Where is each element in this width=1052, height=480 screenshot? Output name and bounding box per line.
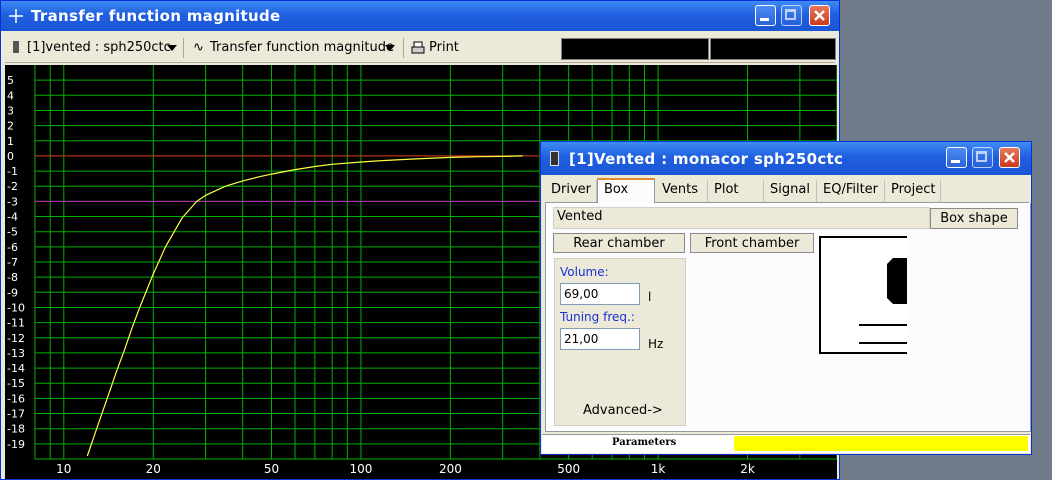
y-tick-label: 0: [7, 150, 14, 163]
y-tick-label: -5: [7, 226, 18, 239]
tab-signal[interactable]: Signal: [764, 180, 817, 202]
y-tick-label: -10: [7, 301, 25, 314]
status-label: Parameters: [612, 437, 677, 448]
y-tick-label: 1: [7, 135, 14, 148]
x-tick-label: 2k: [740, 462, 755, 476]
y-tick-label: -13: [7, 347, 25, 360]
x-tick-label: 50: [264, 462, 279, 476]
y-tick-label: -14: [7, 362, 25, 375]
crosshair-icon: [9, 9, 23, 23]
maximize-icon: [785, 9, 796, 20]
dialog-titlebar[interactable]: [1]Vented : monacor sph250ctc: [541, 142, 1031, 175]
tab-box[interactable]: Box: [597, 178, 655, 203]
main-titlebar[interactable]: Transfer function magnitude: [1, 1, 839, 31]
tuning-freq-unit: Hz: [648, 337, 664, 351]
y-tick-label: -12: [7, 332, 25, 345]
tab-eq-filter[interactable]: EQ/Filter: [817, 180, 885, 202]
readout-box-right: [710, 38, 836, 60]
close-button[interactable]: [809, 5, 830, 26]
y-tick-label: -18: [7, 423, 25, 436]
x-tick-label: 20: [146, 462, 161, 476]
main-toolbar: [1]vented : sph250ctc ∿ Transfer functio…: [5, 34, 836, 63]
dialog-title: [1]Vented : monacor sph250ctc: [569, 150, 844, 168]
close-button[interactable]: [999, 147, 1020, 168]
status-progress: [734, 436, 1028, 451]
y-tick-label: -16: [7, 392, 25, 405]
speaker-icon: [550, 151, 559, 166]
volume-input[interactable]: 69,00: [560, 283, 640, 305]
maximize-icon: [976, 151, 987, 162]
y-tick-label: 2: [7, 120, 14, 133]
tab-project[interactable]: Project: [885, 180, 941, 202]
status-bar: Parameters: [542, 434, 1030, 453]
minimize-icon: [760, 18, 769, 21]
maximize-button[interactable]: [972, 147, 993, 168]
volume-unit: l: [648, 290, 652, 304]
tab-driver[interactable]: Driver: [545, 180, 597, 202]
minimize-button[interactable]: [755, 5, 776, 26]
y-tick-label: 5: [7, 74, 14, 87]
front-chamber-button[interactable]: Front chamber: [690, 233, 814, 253]
y-tick-label: -9: [7, 286, 18, 299]
y-tick-label: -1: [7, 165, 18, 178]
box-type-field: Vented: [553, 207, 930, 229]
tab-plot[interactable]: Plot: [708, 180, 764, 202]
print-button[interactable]: Print: [429, 40, 459, 55]
wave-icon: ∿: [193, 40, 204, 55]
speaker-driver-icon: [859, 258, 907, 344]
maximize-button[interactable]: [781, 5, 802, 26]
y-tick-label: -2: [7, 180, 18, 193]
minimize-icon: [951, 160, 960, 163]
toolbar-separator: [403, 38, 404, 58]
minimize-button[interactable]: [946, 147, 967, 168]
y-tick-label: -6: [7, 241, 18, 254]
x-tick-label: 10: [56, 462, 71, 476]
speaker-icon: [13, 41, 19, 53]
advanced-link[interactable]: Advanced->: [583, 403, 663, 418]
main-window-title: Transfer function magnitude: [31, 7, 281, 25]
y-tick-label: -8: [7, 271, 18, 284]
x-tick-label: 200: [439, 462, 462, 476]
chevron-down-icon[interactable]: [167, 45, 177, 51]
tab-vents[interactable]: Vents: [656, 180, 708, 202]
y-tick-label: -11: [7, 317, 25, 330]
box-diagram: [819, 236, 907, 354]
plot-type-select[interactable]: Transfer function magnitude: [210, 40, 394, 55]
y-tick-label: 3: [7, 104, 14, 117]
y-tick-label: -17: [7, 408, 25, 421]
y-tick-label: -15: [7, 377, 25, 390]
readout-box-left: [561, 38, 709, 60]
box-panel: Vented Box shape Rear chamber Front cham…: [545, 203, 1031, 432]
chevron-down-icon[interactable]: [385, 45, 395, 51]
tuning-freq-input[interactable]: 21,00: [560, 328, 640, 350]
close-icon: [1004, 152, 1015, 163]
volume-label: Volume:: [560, 265, 609, 279]
printer-icon: [411, 41, 425, 54]
x-tick-label: 500: [557, 462, 580, 476]
close-icon: [814, 10, 825, 21]
chamber-group: Volume: 69,00 l Tuning freq.: 21,00 Hz A…: [554, 258, 686, 426]
project-select[interactable]: [1]vented : sph250ctc: [27, 40, 171, 55]
rear-chamber-button[interactable]: Rear chamber: [553, 233, 685, 253]
y-tick-label: -3: [7, 195, 18, 208]
y-tick-label: 4: [7, 89, 14, 102]
tuning-freq-label: Tuning freq.:: [560, 310, 635, 324]
y-tick-label: -7: [7, 256, 18, 269]
y-tick-label: -4: [7, 211, 18, 224]
y-tick-label: -19: [7, 438, 25, 451]
x-tick-label: 1k: [651, 462, 666, 476]
tab-strip: Driver Box Vents Plot Signal EQ/Filter P…: [545, 176, 1029, 203]
toolbar-separator: [183, 38, 184, 58]
box-shape-button[interactable]: Box shape: [930, 208, 1018, 229]
x-tick-label: 100: [349, 462, 372, 476]
box-dialog: [1]Vented : monacor sph250ctc Driver Box…: [540, 141, 1032, 455]
